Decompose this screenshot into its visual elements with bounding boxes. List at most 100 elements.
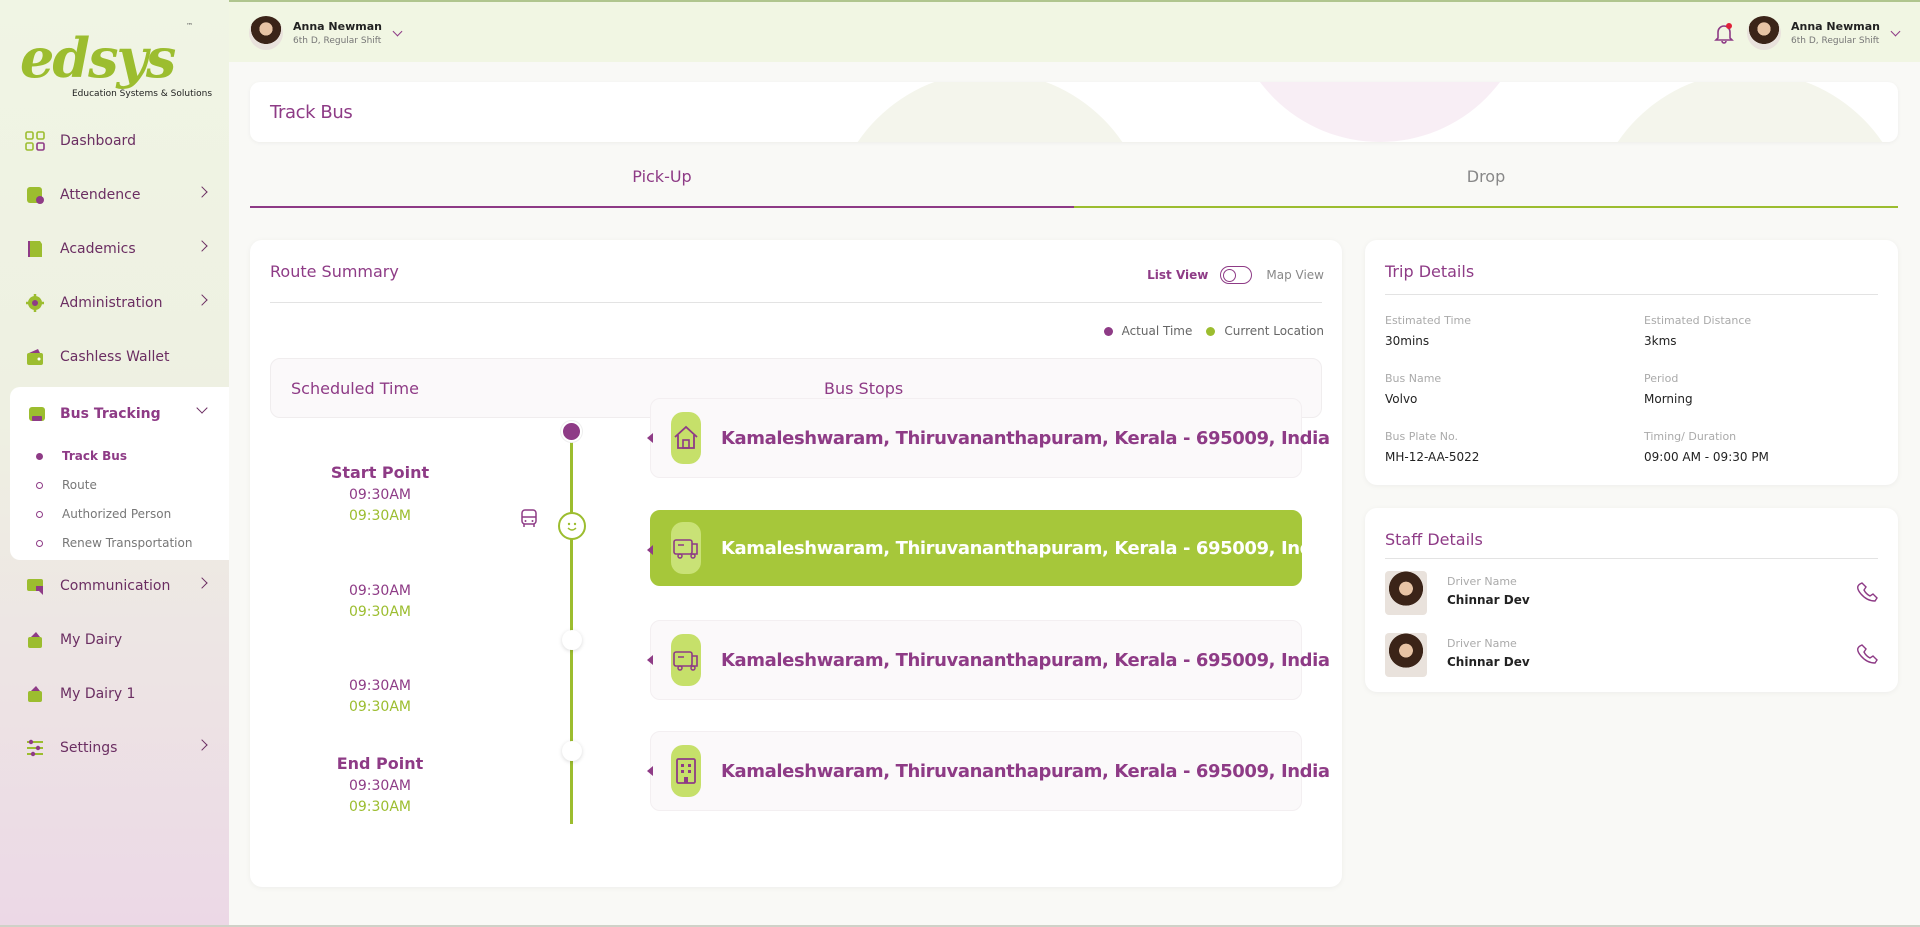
administration-icon: [26, 294, 44, 312]
sidebar-item-label: Cashless Wallet: [60, 349, 170, 365]
staff-name: Chinnar Dev: [1447, 593, 1530, 607]
divider: [270, 302, 1322, 303]
chevron-down-icon: [392, 26, 403, 36]
home-icon: [671, 412, 701, 464]
actual-time: 09:30AM: [348, 604, 411, 620]
sidebar-item-label: Settings: [60, 740, 118, 756]
sidebar-item-label: My Dairy 1: [60, 686, 136, 702]
bus-stop-card[interactable]: Kamaleshwaram, Thiruvananthapuram, Keral…: [647, 731, 1330, 811]
actual-time: 09:30AM: [348, 699, 411, 715]
legend: Actual Time Current Location: [1103, 324, 1324, 338]
timeline-node: [562, 630, 582, 650]
user-role: 6th D, Regular Shift: [293, 36, 382, 46]
diary-icon: [28, 632, 42, 648]
user-menu-left[interactable]: Anna Newman 6th D, Regular Shift: [249, 16, 403, 50]
phone-icon[interactable]: [1857, 643, 1879, 665]
bus-stop-icon: [671, 522, 701, 574]
staff-row: Driver Name Chinnar Dev: [1385, 571, 1878, 615]
bus-stop-card-current[interactable]: Kamaleshwaram, Thiruvananthapuram, Keral…: [647, 510, 1330, 586]
tab-pick-up[interactable]: Pick-Up: [250, 160, 1074, 208]
sidebar-item-attendence[interactable]: Attendence: [0, 168, 229, 222]
legend-actual-label: Actual Time: [1121, 324, 1193, 338]
avatar: [1747, 16, 1781, 50]
field-label: Timing/ Duration: [1644, 430, 1737, 443]
school-building-icon: [671, 745, 701, 797]
sidebar-item-label: Communication: [60, 578, 171, 594]
phone-icon[interactable]: [1857, 581, 1879, 603]
subnav-route[interactable]: Route: [10, 470, 229, 499]
avatar: [249, 16, 283, 50]
sidebar-item-communication[interactable]: Communication: [0, 559, 229, 613]
divider: [1385, 294, 1878, 295]
attendance-icon: [27, 187, 44, 204]
subnav-renew-transportation[interactable]: Renew Transportation: [10, 528, 229, 557]
subnav-track-bus[interactable]: Track Bus: [10, 441, 229, 470]
page-title: Track Bus: [270, 102, 353, 123]
sidebar-item-label: My Dairy: [60, 632, 123, 648]
sidebar-item-my-dairy-1[interactable]: My Dairy 1: [0, 667, 229, 721]
stop-time-end: End Point 09:30AM 09:30AM: [290, 754, 470, 818]
bus-tracking-group: Bus Tracking Track Bus Route Authorized …: [10, 387, 229, 560]
smiley-current-location-icon: [558, 512, 586, 540]
timeline-node-start: [561, 421, 582, 442]
actual-time: 09:30AM: [348, 799, 411, 815]
sidebar-item-dashboard[interactable]: Dashboard: [0, 114, 229, 168]
field-label: Estimated Distance: [1644, 314, 1752, 327]
bus-stop-card[interactable]: Kamaleshwaram, Thiruvananthapuram, Keral…: [647, 620, 1330, 700]
bus-stop-icon: [671, 634, 701, 686]
sidebar-item-my-dairy[interactable]: My Dairy: [0, 613, 229, 667]
user-menu-right[interactable]: Anna Newman 6th D, Regular Shift: [1747, 16, 1901, 50]
stop-time: 09:30AM 09:30AM: [290, 676, 470, 718]
divider: [1385, 558, 1878, 559]
settings-sliders-icon: [27, 739, 43, 757]
bus-tracking-icon: [29, 407, 45, 421]
sidebar-item-cashless-wallet[interactable]: Cashless Wallet: [0, 330, 229, 384]
actual-time: 09:30AM: [348, 508, 411, 524]
logo-tagline: Education Systems & Solutions: [72, 89, 213, 99]
sidebar-item-academics[interactable]: Academics: [0, 222, 229, 276]
sidebar-item-settings[interactable]: Settings: [0, 721, 229, 775]
trip-field: Period Morning: [1644, 372, 1693, 406]
chevron-down-icon: [196, 402, 208, 414]
subnav-authorized-person[interactable]: Authorized Person: [10, 499, 229, 528]
edsys-logo[interactable]: edsys ™ Education Systems & Solutions: [18, 22, 214, 102]
tab-drop[interactable]: Drop: [1074, 160, 1898, 208]
dashboard-grid-icon: [25, 131, 45, 151]
trip-field: Bus Name Volvo: [1385, 372, 1441, 406]
route-summary-title: Route Summary: [270, 262, 399, 281]
user-name: Anna Newman: [1791, 20, 1880, 33]
trip-field: Estimated Time 30mins: [1385, 314, 1471, 348]
field-value: 09:00 AM - 09:30 PM: [1644, 450, 1769, 464]
list-view-label[interactable]: List View: [1147, 268, 1208, 282]
map-view-label[interactable]: Map View: [1266, 268, 1324, 282]
academics-icon: [28, 241, 42, 257]
staff-name: Chinnar Dev: [1447, 655, 1530, 669]
staff-row: Driver Name Chinnar Dev: [1385, 633, 1878, 677]
logo-text: edsys: [20, 26, 176, 90]
bell-icon[interactable]: [1713, 22, 1735, 44]
communication-icon: [27, 579, 43, 595]
sidebar-item-label: Attendence: [60, 187, 141, 203]
legend-dot-current: [1206, 326, 1216, 336]
legend-current-label: Current Location: [1224, 324, 1324, 338]
trip-details-card: Trip Details Estimated Time 30mins Estim…: [1365, 240, 1898, 485]
stop-address: Kamaleshwaram, Thiruvananthapuram, Keral…: [721, 649, 1330, 671]
view-switch[interactable]: [1220, 266, 1253, 284]
chevron-right-icon: [196, 739, 208, 751]
stop-time: 09:30AM 09:30AM: [290, 581, 470, 623]
top-bar: Anna Newman 6th D, Regular Shift Anna Ne…: [229, 0, 1920, 62]
field-label: Estimated Time: [1385, 314, 1471, 327]
sidebar-item-label: Academics: [60, 241, 136, 257]
sidebar-item-bus-tracking[interactable]: Bus Tracking: [10, 387, 229, 441]
stop-label: End Point: [336, 754, 424, 773]
user-name: Anna Newman: [293, 20, 382, 33]
staff-details-title: Staff Details: [1385, 530, 1483, 549]
column-scheduled-time: Scheduled Time: [291, 379, 419, 398]
wallet-icon: [27, 349, 43, 365]
staff-avatar: [1385, 633, 1427, 677]
sidebar-item-administration[interactable]: Administration: [0, 276, 229, 330]
staff-avatar: [1385, 571, 1427, 615]
legend-dot-actual: [1103, 326, 1113, 336]
field-value: 30mins: [1385, 334, 1430, 348]
bus-stop-card[interactable]: Kamaleshwaram, Thiruvananthapuram, Keral…: [647, 398, 1330, 478]
